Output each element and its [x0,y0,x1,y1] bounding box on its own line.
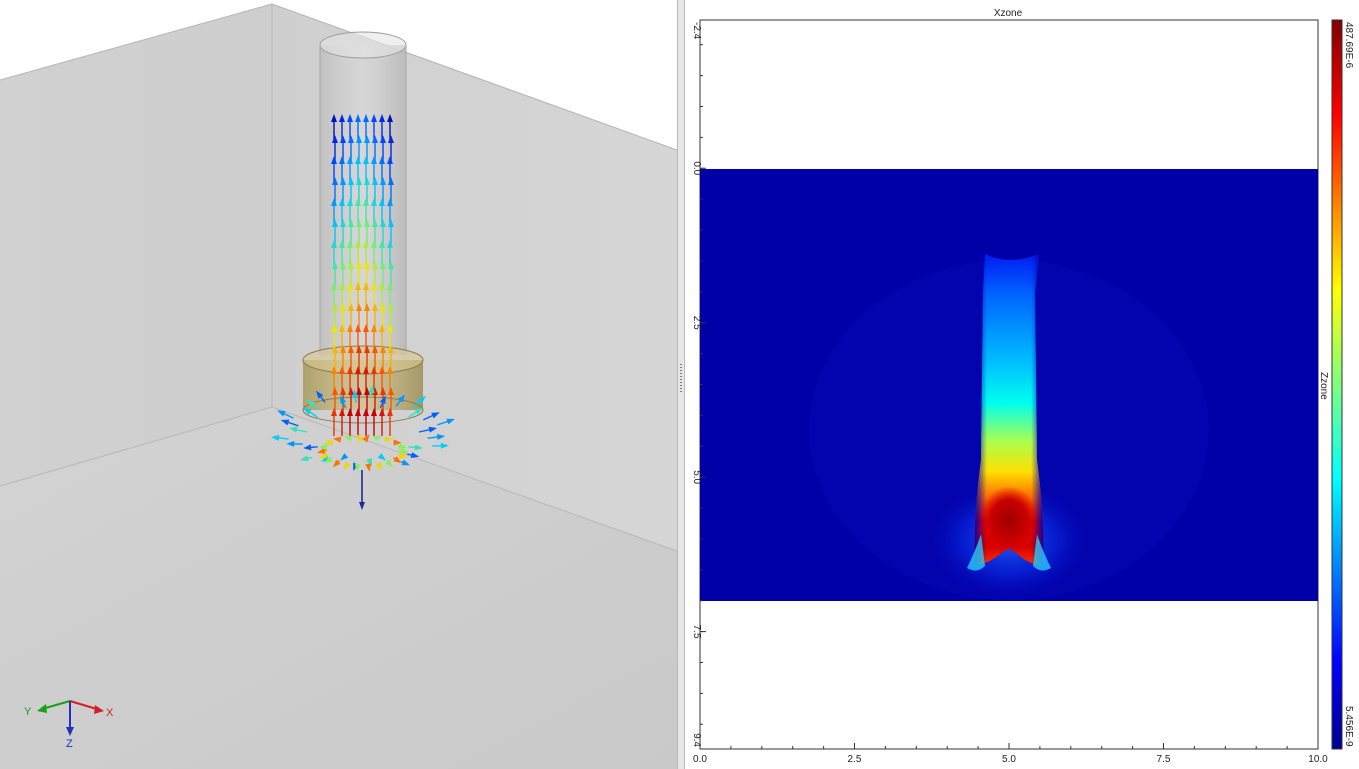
pipe-cylinder [319,31,407,355]
colorbar-max-label: 487.69E-6 [1343,22,1354,69]
splitter-grip[interactable] [680,364,682,392]
y-tick-label: 5.0 [691,470,702,484]
y-tick-label: -2.4 [691,22,702,40]
heatmap [700,169,1318,601]
panel-splitter[interactable] [677,0,685,769]
x-tick-label: 5.0 [1002,754,1016,765]
triad-z-label: Z [66,738,73,750]
colorbar: 487.69E-6 5.456E-9 [1331,19,1354,750]
3d-viewport[interactable]: X Y Z [0,0,678,769]
y-tick-label: 9.4 [691,733,702,747]
y-tick-label: 7.5 [691,625,702,639]
plot-title: Xzone [994,8,1023,19]
x-tick-label: 0.0 [693,754,707,765]
triad-y-label: Y [24,706,32,718]
colorbar-side-label: Zzone [1318,372,1329,400]
triad-x-label: X [106,707,114,719]
x-tick-label: 2.5 [848,754,862,765]
x-tick-label: 10.0 [1308,754,1328,765]
x-tick-label: 7.5 [1157,754,1171,765]
y-tick-label: 0.0 [691,161,702,175]
y-tick-label: 2.5 [691,316,702,330]
colorbar-min-label: 5.456E-9 [1343,706,1354,747]
room-wall-left [0,4,272,486]
contour-plot-panel[interactable]: Xzone 0.0 2.5 5.0 7.5 10.0 -2.4 0.0 2.5 5.0 7.5 9.… [685,0,1359,769]
plume-core [979,486,1039,554]
